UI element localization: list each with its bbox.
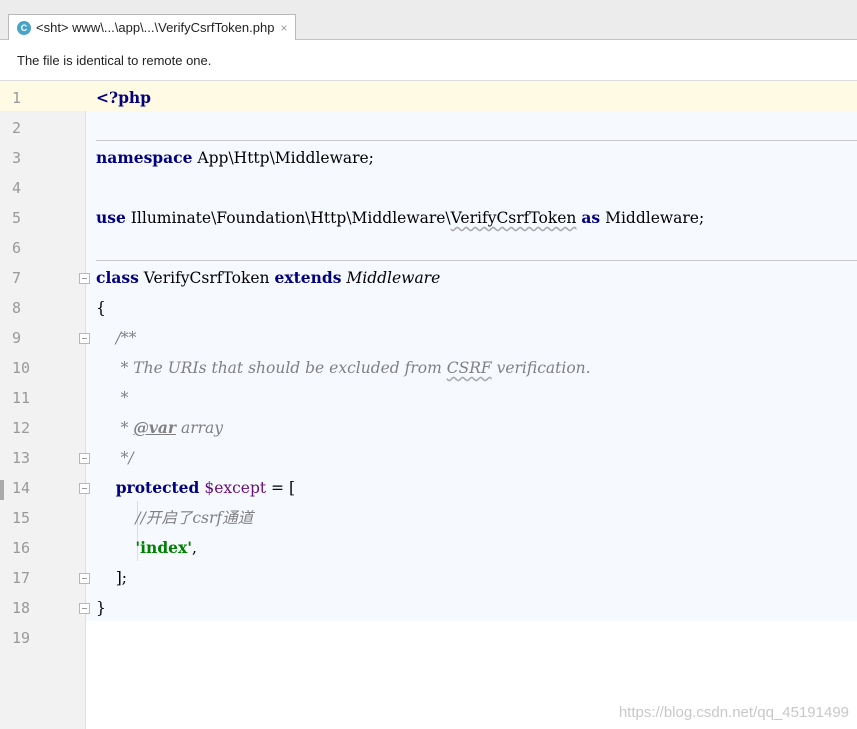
line-number: 15 (12, 509, 31, 527)
code-token: * (96, 389, 129, 407)
watermark: https://blog.csdn.net/qq_45191499 (618, 704, 849, 721)
line-number: 17 (12, 569, 31, 587)
line-number: 16 (12, 539, 31, 557)
code-token: class (96, 268, 139, 287)
line-number: 14 (12, 479, 31, 497)
code-token: App\Http\Middleware; (192, 149, 374, 167)
editor-tab-verifycsrftoken[interactable]: C <sht> www\...\app\...\VerifyCsrfToken.… (8, 14, 297, 40)
line-number: 7 (12, 269, 22, 287)
code-line[interactable]: 'index', (96, 533, 197, 563)
code-token: <?php (96, 88, 152, 107)
code-token: 'index' (135, 538, 193, 557)
code-token: ]; (96, 569, 127, 587)
line-number: 3 (12, 149, 22, 167)
code-line[interactable]: * @var array (96, 413, 223, 443)
php-class-icon: C (17, 20, 31, 35)
code-token: extends (274, 268, 342, 287)
line-number: 8 (12, 299, 22, 317)
line-number: 13 (12, 449, 31, 467)
code-line[interactable]: /** (96, 323, 137, 353)
code-token: @var (133, 418, 177, 437)
method-separator (96, 260, 857, 261)
close-icon[interactable]: × (280, 21, 287, 35)
code-line[interactable]: namespace App\Http\Middleware; (96, 143, 374, 173)
code-line[interactable]: <?php (96, 83, 151, 113)
diff-notice: The file is identical to remote one. (0, 40, 857, 81)
tab-label: <sht> www\...\app\...\VerifyCsrfToken.ph… (36, 20, 275, 35)
code-token: * The URIs that should be excluded from (96, 359, 447, 377)
code-token: Middleware; (600, 209, 705, 227)
line-number: 18 (12, 599, 31, 617)
code-line[interactable]: //开启了csrf通道 (96, 503, 253, 533)
code-token: Illuminate\Foundation\Http\Middleware\ (125, 209, 451, 227)
code-token: array (176, 419, 224, 437)
line-number: 12 (12, 419, 31, 437)
code-token: namespace (96, 148, 193, 167)
code-token: , (192, 539, 197, 557)
code-token: /** (96, 329, 137, 347)
fold-toggle-icon[interactable] (79, 573, 90, 584)
line-number: 6 (12, 239, 22, 257)
line-number: 2 (12, 119, 22, 137)
line-number: 4 (12, 179, 22, 197)
method-separator (96, 140, 857, 141)
line-number: 19 (12, 629, 31, 647)
line-number: 5 (12, 209, 22, 227)
code-token: as (581, 208, 601, 227)
line-number: 10 (12, 359, 31, 377)
code-token: $except (204, 479, 267, 497)
line-number: 1 (12, 89, 22, 107)
code-token: */ (96, 449, 134, 467)
line-number: 11 (12, 389, 31, 407)
fold-toggle-icon[interactable] (79, 483, 90, 494)
fold-toggle-icon[interactable] (79, 603, 90, 614)
code-line[interactable]: { (96, 293, 106, 323)
code-line[interactable]: protected $except = [ (96, 473, 295, 503)
line-number: 9 (12, 329, 22, 347)
fold-toggle-icon[interactable] (79, 453, 90, 464)
code-token: protected (115, 478, 200, 497)
code-token: * (96, 419, 134, 437)
code-token: { (96, 299, 106, 317)
code-token: use (96, 208, 126, 227)
fold-toggle-icon[interactable] (79, 333, 90, 344)
code-line[interactable]: * The URIs that should be excluded from … (96, 353, 591, 383)
editor-tab-bar: C <sht> www\...\app\...\VerifyCsrfToken.… (0, 0, 857, 40)
fold-toggle-icon[interactable] (79, 273, 90, 284)
code-line[interactable]: ]; (96, 563, 127, 593)
code-token: //开启了csrf通道 (96, 509, 254, 527)
code-token: Middleware (346, 269, 441, 287)
code-line[interactable]: * (96, 383, 129, 413)
code-token: = [ (266, 479, 295, 497)
code-line[interactable]: */ (96, 443, 134, 473)
code-line[interactable]: } (96, 593, 106, 623)
code-token: } (96, 599, 106, 617)
code-editor[interactable]: 1 2 3 4 5 6 7 8 9 10 11 12 13 14 15 16 17 18 19 <?php namesp… (0, 81, 857, 729)
code-token: verification. (491, 359, 591, 377)
code-line[interactable]: class VerifyCsrfToken extends Middleware (96, 263, 440, 293)
change-marker (0, 480, 4, 500)
code-line[interactable]: use Illuminate\Foundation\Http\Middlewar… (96, 203, 704, 233)
code-token: VerifyCsrfToken (450, 209, 577, 227)
code-token: VerifyCsrfToken (138, 269, 275, 287)
code-token: CSRF (446, 359, 492, 377)
